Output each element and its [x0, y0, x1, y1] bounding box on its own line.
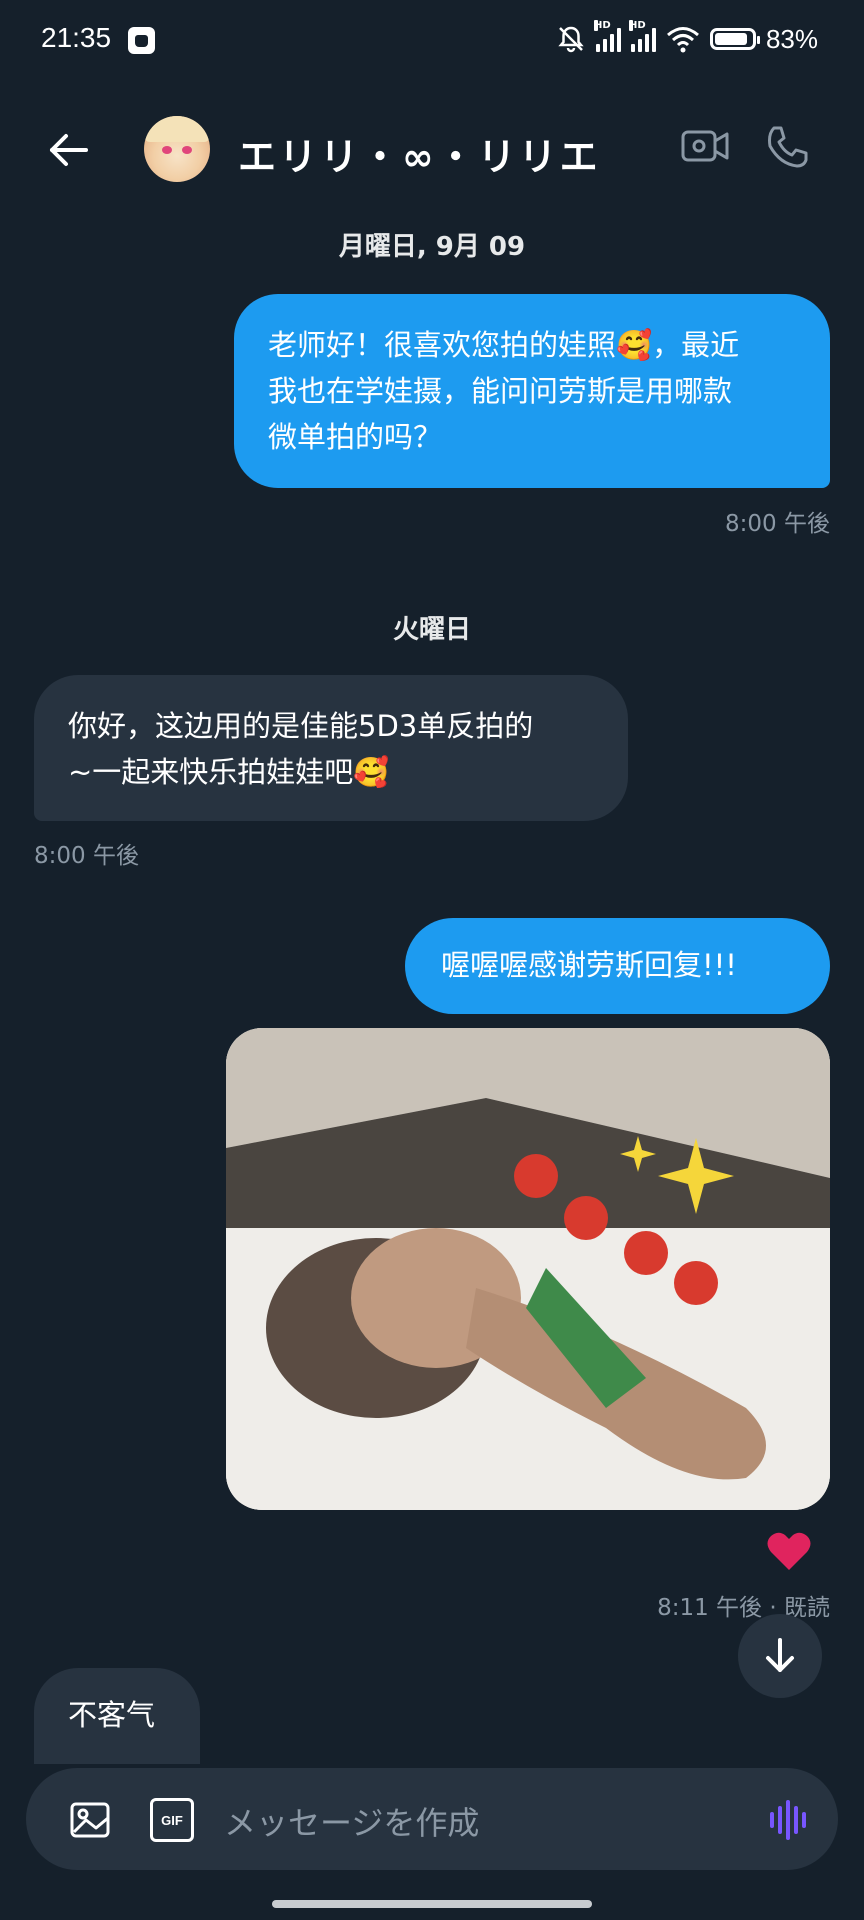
arrow-down-icon: [766, 1638, 794, 1672]
message-read-status: 8:11 午後 · 既読: [657, 1595, 830, 1621]
message-text: 微单拍的吗？: [268, 420, 443, 454]
message-text: 不客气: [68, 1698, 156, 1732]
message-timestamp: 8:00 午後: [725, 511, 830, 537]
message-incoming[interactable]: 不客气: [34, 1668, 200, 1764]
battery-level: 83%: [765, 23, 818, 54]
signal-1-icon: HD: [593, 20, 621, 52]
battery-icon: [709, 28, 760, 50]
message-text: 你好，这边用的是佳能5D3单反拍的: [68, 709, 534, 743]
contact-name[interactable]: エリリ・∞・リリエ: [238, 126, 601, 181]
message-outgoing[interactable]: 老师好！很喜欢您拍的娃照🥰，最近 我也在学娃摄，能问问劳斯是用哪款 微单拍的吗？: [234, 294, 830, 488]
message-outgoing[interactable]: 喔喔喔感谢劳斯回复!!!: [405, 918, 830, 1014]
phone-icon[interactable]: [764, 124, 810, 170]
message-incoming[interactable]: 你好，这边用的是佳能5D3单反拍的 ~一起来快乐拍娃娃吧🥰: [34, 675, 628, 821]
message-text: 老师好！很喜欢您拍的娃照🥰，最近: [268, 328, 740, 362]
voice-message-icon[interactable]: [766, 1798, 810, 1842]
status-icons: HD HD 83%: [556, 20, 818, 56]
message-text: ~一起来快乐拍娃娃吧🥰: [68, 755, 390, 789]
home-indicator[interactable]: [272, 1900, 592, 1908]
chat-header: エリリ・∞・リリエ: [0, 90, 864, 210]
gif-label: GIF: [161, 1812, 183, 1828]
mute-bell-icon: [558, 26, 584, 53]
wifi-icon: [666, 27, 699, 53]
scroll-to-bottom-button[interactable]: [738, 1614, 822, 1698]
image-icon[interactable]: [68, 1798, 112, 1842]
status-time: 21:35: [41, 22, 112, 53]
gif-button[interactable]: GIF: [150, 1798, 194, 1842]
message-timestamp: 8:00 午後: [34, 843, 139, 869]
signal-2-icon: HD: [628, 20, 656, 52]
message-composer: GIF メッセージを作成: [26, 1768, 838, 1870]
video-camera-icon[interactable]: [680, 126, 730, 166]
avatar[interactable]: [144, 116, 210, 182]
message-text: 我也在学娃摄，能问问劳斯是用哪款: [268, 374, 733, 408]
message-text: 喔喔喔感谢劳斯回复!!!: [441, 948, 737, 982]
arrow-left-icon[interactable]: [44, 126, 92, 174]
message-image[interactable]: [226, 1028, 830, 1510]
heart-reaction-icon[interactable]: [766, 1530, 812, 1572]
date-separator: 火曜日: [392, 615, 471, 645]
date-separator: 月曜日, 9月 09: [338, 232, 526, 262]
status-bar: 21:35 HD HD 83%: [0, 0, 864, 80]
message-input[interactable]: メッセージを作成: [224, 1798, 479, 1844]
app-notification-icon: [128, 27, 155, 54]
